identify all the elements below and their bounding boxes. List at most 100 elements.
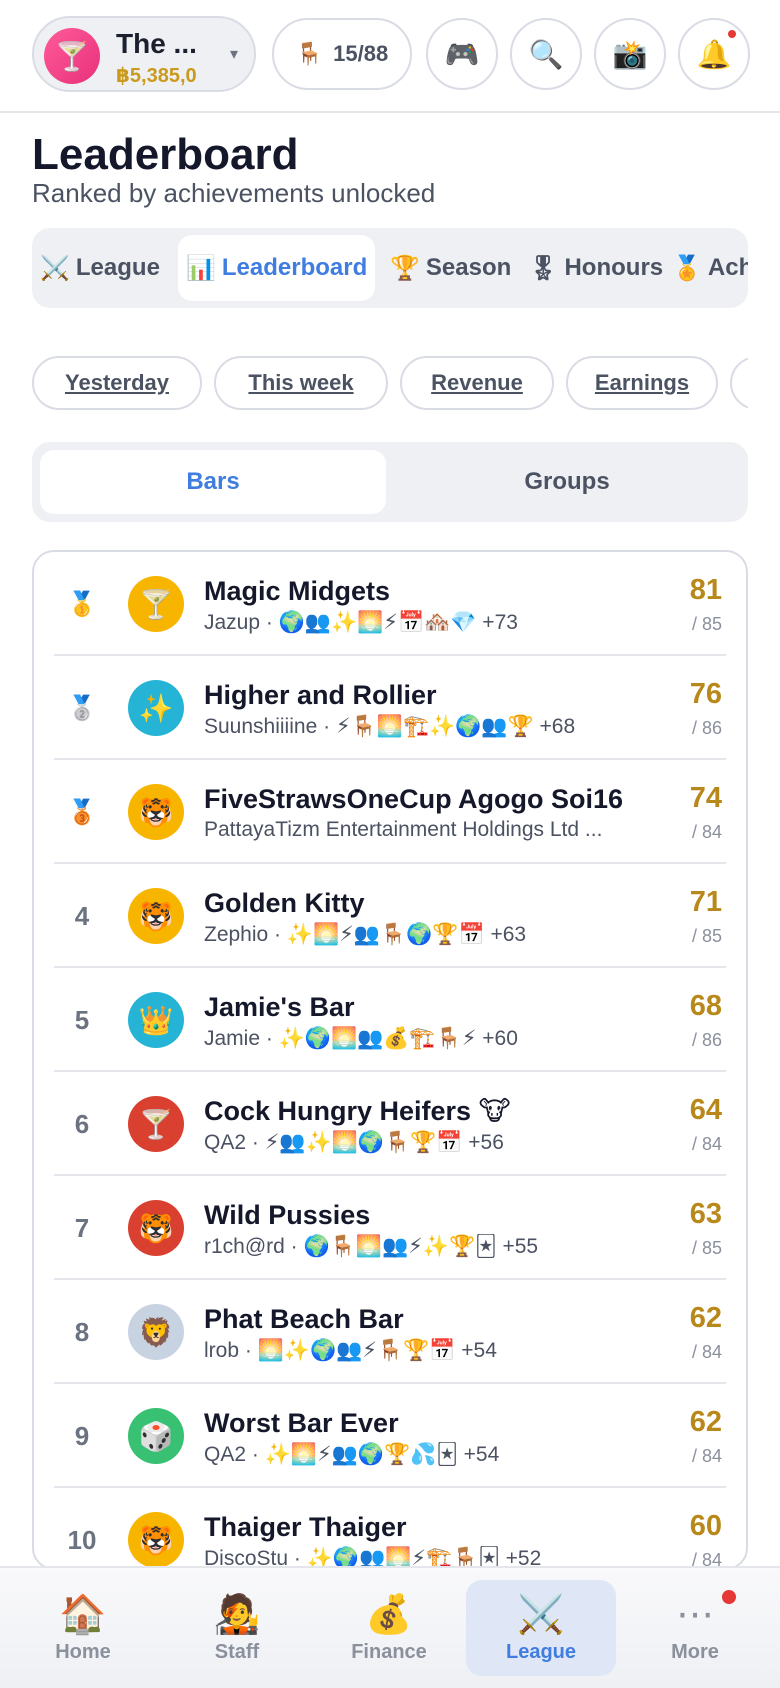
bar-owner-badges: lrob · 🌅✨🌍👥⚡🪑🏆📅 +54 [204,1339,497,1362]
nav-label: Finance [351,1640,427,1663]
bar-owner-badges: Suunshiiiine · ⚡🪑🌅🏗️✨🌍👥🏆 +68 [204,715,576,738]
seats-button[interactable]: 🪑 15/88 [272,18,412,90]
leaderboard-row[interactable]: 🥉 🐯 FiveStrawsOneCup Agogo Soi16 Pattaya… [54,760,726,864]
score: 62 [689,1302,722,1334]
tab-label: Achievements [707,254,748,281]
score: 63 [689,1198,722,1230]
rank: 6 [74,1108,90,1139]
bar-name: Cock Hungry Heifers 🐮 [204,1096,511,1126]
nav-league[interactable]: ⚔️ League [466,1580,616,1676]
bar-name: Magic Midgets [204,576,391,606]
section-tabs: ⚔️ League 📊 Leaderboard 🏆 Season 🎖 Honou… [32,228,748,308]
leaderboard-row[interactable]: 7 🐯 Wild Pussies r1ch@rd · 🌍🪑🌅👥⚡✨🏆🃏 +55 … [54,1176,726,1280]
bars-groups-toggle: Bars Groups [32,442,748,522]
leaderboard-row[interactable]: 🥇 🍸 Magic Midgets Jazup · 🌍👥✨🌅⚡📅🏘️💎 +73 … [54,552,726,656]
notifications-button[interactable]: 🔔 [678,18,750,90]
nav-more[interactable]: ⋯ More [620,1580,770,1676]
notification-dot [728,30,736,38]
caret-down-icon: ▾ [229,46,238,63]
page-subtitle: Ranked by achievements unlocked [32,178,436,208]
nav-label: Home [55,1640,111,1663]
score-total: / 86 [691,1030,722,1050]
venue-selector[interactable]: 🍸 The ... ฿5,385,0 ▾ [32,16,256,92]
nav-staff[interactable]: 🧑‍🎤 Staff [162,1580,312,1676]
chip-more[interactable] [730,356,748,410]
bottom-nav: 🏠 Home 🧑‍🎤 Staff 💰 Finance ⚔️ League ⋯ M… [0,1566,780,1688]
chip-this-week[interactable]: This week [214,356,388,410]
camera-button[interactable]: 📸 [594,18,666,90]
camera-icon: 📸 [612,38,648,70]
rank: 9 [74,1420,90,1451]
score-total: / 84 [691,822,722,842]
cocktail-icon: 🍸 [44,28,100,84]
score-total: / 85 [691,926,722,946]
bar-avatar: 🍸 [128,1096,184,1152]
rank: 🥇 [67,590,97,618]
nav-finance[interactable]: 💰 Finance [314,1580,464,1676]
bar-name: Higher and Rollier [204,680,437,710]
score: 62 [689,1406,722,1438]
leaderboard-row[interactable]: 4 🐯 Golden Kitty Zephio · ✨🌅⚡👥🪑🌍🏆📅 +63 7… [54,864,726,968]
bar-avatar: 🐯 [128,1512,184,1568]
score-total: / 86 [691,718,722,738]
crossed-swords-icon: ⚔️ [40,254,70,282]
rank: 10 [67,1524,97,1555]
bar-avatar: 🎲 [128,1408,184,1464]
bar-name: Phat Beach Bar [204,1304,404,1334]
score: 71 [689,886,722,918]
more-dots-icon: ⋯ [676,1593,714,1636]
segment-groups[interactable]: Groups [394,450,740,514]
chip-revenue[interactable]: Revenue [400,356,554,410]
bar-avatar: 🐯 [128,888,184,944]
leaderboard-row[interactable]: 6 🍸 Cock Hungry Heifers 🐮 QA2 · ⚡👥✨🌅🌍🪑🏆📅… [54,1072,726,1176]
bar-owner-badges: Zephio · ✨🌅⚡👥🪑🌍🏆📅 +63 [204,923,527,946]
notification-dot [722,1590,736,1604]
bar-owner-badges: PattayaTizm Entertainment Holdings Ltd .… [204,818,603,841]
bar-avatar: 🦁 [128,1304,184,1360]
score: 60 [689,1510,722,1542]
leaderboard-row[interactable]: 5 👑 Jamie's Bar Jamie · ✨🌍🌅👥💰🏗️🪑⚡ +60 68… [54,968,726,1072]
nav-label: More [671,1640,719,1663]
score-total: / 85 [691,614,722,634]
tab-achievements[interactable]: 🏅 Achievements [672,235,748,301]
chip-yesterday[interactable]: Yesterday [32,356,202,410]
search-button[interactable]: 🔍 [510,18,582,90]
rank: 4 [74,900,90,931]
tab-label: Honours [564,254,664,281]
trophy-icon: 🏆 [390,254,420,282]
bar-avatar: ✨ [128,680,184,736]
bar-name: FiveStrawsOneCup Agogo Soi16 [204,784,624,814]
score: 74 [689,782,722,814]
game-controller-button[interactable]: 🎮 [426,18,498,90]
bar-owner-badges: Jazup · 🌍👥✨🌅⚡📅🏘️💎 +73 [204,611,518,634]
nav-label: League [505,1640,577,1663]
seats-count: 15/88 [333,41,389,66]
venue-cash: ฿5,385,0 [116,65,197,87]
bar-chart-icon: 📊 [186,254,216,282]
leaderboard-row[interactable]: 9 🎲 Worst Bar Ever QA2 · ✨🌅⚡👥🌍🏆💦🃏 +54 62… [54,1384,726,1488]
segment-bars[interactable]: Bars [40,450,386,514]
bar-avatar: 🍸 [128,576,184,632]
rank: 8 [74,1316,90,1347]
leaderboard-row[interactable]: 10 🐯 Thaiger Thaiger DiscoStu · ✨🌍👥🌅⚡🏗️🪑… [54,1488,726,1568]
bar-name: Wild Pussies [204,1200,371,1230]
tab-label: Season [425,254,512,281]
medal-ribbon-icon: 🎖 [528,254,559,282]
staff-icon: 🧑‍🎤 [213,1593,261,1636]
game-controller-icon: 🎮 [444,38,480,70]
nav-home[interactable]: 🏠 Home [8,1580,158,1676]
tab-honours[interactable]: 🎖 Honours [528,235,663,301]
bar-name: Thaiger Thaiger [204,1512,407,1542]
bar-name: Golden Kitty [204,888,365,918]
bar-name: Worst Bar Ever [204,1408,399,1438]
tab-season[interactable]: 🏆 Season [390,235,511,301]
chip-earnings[interactable]: Earnings [566,356,718,410]
top-bar: 🍸 The ... ฿5,385,0 ▾ 🪑 15/88 🎮 🔍 📸 🔔 [0,0,780,113]
leaderboard-row[interactable]: 8 🦁 Phat Beach Bar lrob · 🌅✨🌍👥⚡🪑🏆📅 +54 6… [54,1280,726,1384]
venue-name: The ... [116,28,197,59]
leaderboard-row[interactable]: 🥈 ✨ Higher and Rollier Suunshiiiine · ⚡🪑… [54,656,726,760]
score: 81 [689,574,722,606]
tab-label: League [75,254,160,281]
tab-league[interactable]: ⚔️ League [40,235,160,301]
tab-leaderboard[interactable]: 📊 Leaderboard [178,235,376,301]
